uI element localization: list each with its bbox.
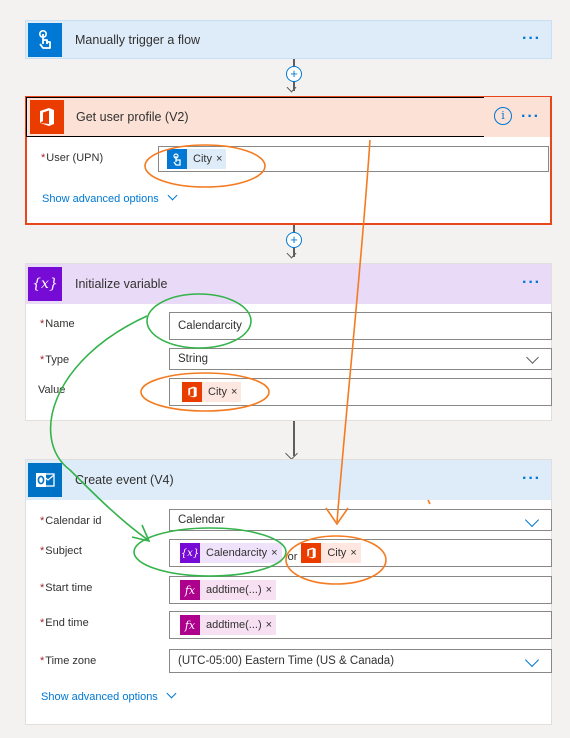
create-event-card[interactable]: Create event (V4) ··· *Calendar id Calen…: [25, 459, 552, 725]
var-type-row: *Type String: [40, 348, 552, 376]
calendar-id-label: *Calendar id: [40, 515, 102, 527]
variable-icon-box: {x}: [28, 267, 62, 301]
end-time-field[interactable]: fx addtime(...) ×: [169, 611, 552, 639]
calendarcity-token[interactable]: {x} Calendarcity ×: [180, 543, 282, 563]
addtime-token-label: addtime(...): [206, 619, 262, 631]
trigger-touch-icon: [167, 149, 187, 169]
user-upn-label: *User (UPN): [41, 152, 104, 164]
office-icon: [301, 543, 322, 563]
office-icon: [40, 108, 54, 126]
variable-icon: {x}: [180, 543, 200, 563]
city-token-label: City: [208, 386, 227, 398]
var-value-row: Value City ×: [38, 378, 552, 406]
chevron-down-icon: [526, 351, 539, 364]
insert-step-plus-icon[interactable]: +: [286, 66, 302, 82]
trigger-card[interactable]: Manually trigger a flow ···: [25, 20, 552, 59]
trigger-icon-box: [28, 23, 62, 57]
chevron-down-icon: [166, 688, 177, 699]
connector-arrowhead: [286, 248, 297, 259]
calendar-id-dropdown[interactable]: Calendar: [169, 509, 552, 531]
outlook-icon: [36, 473, 55, 487]
office-icon: [182, 382, 202, 402]
show-advanced-options-link[interactable]: Show advanced options: [41, 688, 177, 703]
trigger-card-title: Manually trigger a flow: [75, 33, 201, 47]
event-card-header[interactable]: Create event (V4): [26, 460, 551, 500]
var-name-input[interactable]: Calendarcity: [169, 312, 552, 340]
chevron-down-icon: [524, 512, 540, 528]
subject-separator-text: or: [287, 551, 298, 563]
var-value-field[interactable]: City ×: [169, 378, 552, 406]
office-icon-box: [30, 100, 64, 134]
var-name-row: *Name Calendarcity: [40, 312, 552, 340]
user-upn-row: *User (UPN) City ×: [41, 146, 549, 174]
start-time-label: *Start time: [40, 582, 93, 594]
var-value-label: Value: [38, 384, 66, 396]
time-zone-row: *Time zone (UTC-05:00) Eastern Time (US …: [40, 649, 552, 677]
user-upn-field[interactable]: City ×: [158, 146, 549, 172]
subject-row: *Subject {x} Calendarcity × or City ×: [40, 539, 552, 567]
get-user-profile-card[interactable]: Get user profile (V2) i ··· *User (UPN) …: [25, 96, 552, 225]
end-time-label: *End time: [40, 617, 89, 629]
city-token-label: City: [327, 547, 347, 559]
chevron-down-icon: [167, 190, 178, 201]
outlook-icon-box: [28, 463, 62, 497]
start-time-row: *Start time fx addtime(...) ×: [40, 576, 552, 604]
profile-more-options-icon[interactable]: ···: [521, 109, 540, 125]
calendarcity-token-label: Calendarcity: [206, 547, 268, 559]
var-name-label: *Name: [40, 318, 75, 330]
touch-hand-icon: [38, 29, 51, 49]
start-time-field[interactable]: fx addtime(...) ×: [169, 576, 552, 604]
addtime-token-label: addtime(...): [206, 584, 262, 596]
remove-token-icon[interactable]: ×: [231, 386, 241, 398]
remove-token-icon[interactable]: ×: [266, 619, 276, 631]
end-time-row: *End time fx addtime(...) ×: [40, 611, 552, 639]
fx-icon: fx: [180, 580, 200, 600]
remove-token-icon[interactable]: ×: [271, 547, 281, 559]
addtime-expression-token[interactable]: fx addtime(...) ×: [180, 615, 277, 635]
time-zone-dropdown[interactable]: (UTC-05:00) Eastern Time (US & Canada): [169, 649, 552, 673]
event-more-options-icon[interactable]: ···: [522, 471, 541, 487]
city-token-label: City: [193, 153, 212, 165]
city-token[interactable]: City ×: [182, 382, 242, 402]
var-type-label: *Type: [40, 354, 70, 366]
var-type-dropdown[interactable]: String: [169, 348, 552, 370]
profile-card-title: Get user profile (V2): [76, 110, 189, 124]
chevron-down-icon: [524, 652, 540, 668]
remove-token-icon[interactable]: ×: [266, 584, 276, 596]
insert-step-plus-icon[interactable]: +: [286, 232, 302, 248]
connector-arrowhead: [286, 82, 297, 93]
remove-token-icon[interactable]: ×: [216, 153, 226, 165]
initvar-more-options-icon[interactable]: ···: [522, 275, 541, 291]
subject-field[interactable]: {x} Calendarcity × or City ×: [169, 539, 552, 567]
initialize-variable-card[interactable]: {x} Initialize variable ··· *Name Calend…: [25, 263, 552, 421]
remove-token-icon[interactable]: ×: [350, 547, 360, 559]
subject-label: *Subject: [40, 545, 82, 557]
initvar-card-header[interactable]: {x} Initialize variable: [26, 264, 551, 304]
info-icon[interactable]: i: [494, 107, 512, 125]
addtime-expression-token[interactable]: fx addtime(...) ×: [180, 580, 277, 600]
connector-arrowhead: [285, 447, 298, 460]
initvar-card-title: Initialize variable: [75, 277, 168, 291]
trigger-card-header[interactable]: Manually trigger a flow: [26, 21, 551, 59]
trigger-more-options-icon[interactable]: ···: [522, 31, 541, 47]
variable-icon: {x}: [32, 276, 58, 292]
fx-icon: fx: [180, 615, 200, 635]
show-advanced-options-link[interactable]: Show advanced options: [42, 190, 178, 205]
event-card-title: Create event (V4): [75, 473, 174, 487]
city-token[interactable]: City ×: [301, 543, 361, 563]
time-zone-label: *Time zone: [40, 655, 97, 667]
profile-card-header[interactable]: Get user profile (V2): [26, 97, 486, 137]
calendar-id-row: *Calendar id Calendar: [40, 509, 552, 537]
city-token[interactable]: City ×: [167, 149, 227, 169]
